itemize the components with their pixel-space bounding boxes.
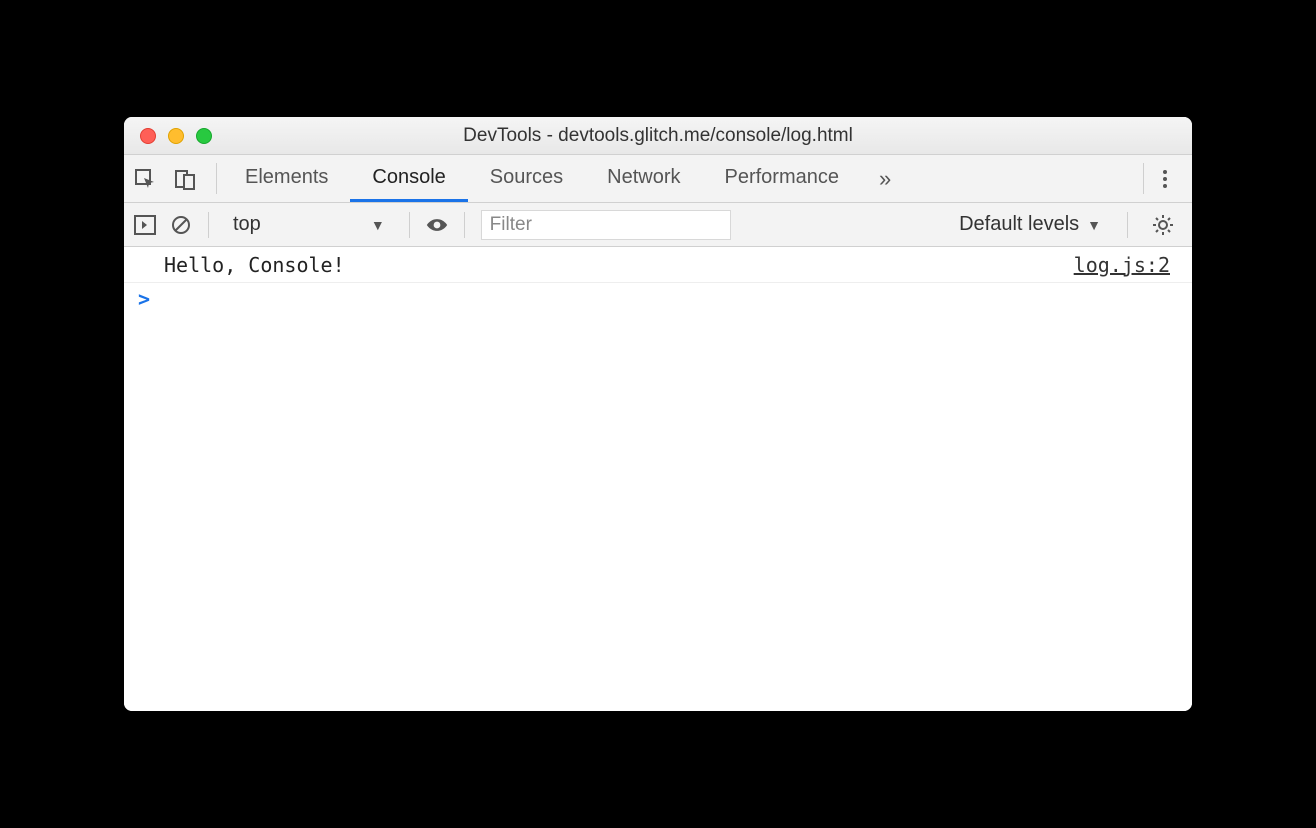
zoom-window-button[interactable] (196, 128, 212, 144)
clear-console-icon[interactable] (170, 214, 192, 236)
divider (464, 212, 465, 238)
chevron-double-right-icon: » (879, 166, 891, 192)
panel-tabstrip: Elements Console Sources Network Perform… (124, 155, 1192, 203)
live-expression-icon[interactable] (426, 214, 448, 236)
tab-network[interactable]: Network (585, 155, 702, 202)
kebab-menu-button[interactable] (1148, 155, 1182, 202)
divider (208, 212, 209, 238)
devtools-window: DevTools - devtools.glitch.me/console/lo… (124, 117, 1192, 711)
log-source-link[interactable]: log.js:2 (1074, 253, 1178, 277)
tab-console[interactable]: Console (350, 155, 467, 202)
device-toolbar-icon[interactable] (174, 168, 196, 190)
window-title: DevTools - devtools.glitch.me/console/lo… (124, 125, 1192, 147)
console-settings-icon[interactable] (1144, 214, 1182, 236)
divider (409, 212, 410, 238)
log-message: Hello, Console! (164, 253, 345, 277)
traffic-lights (124, 128, 212, 144)
console-toolbar: top ▼ Default levels ▼ (124, 203, 1192, 247)
log-entry: Hello, Console! log.js:2 (124, 247, 1192, 283)
toggle-console-sidebar-icon[interactable] (134, 214, 156, 236)
divider (1127, 212, 1128, 238)
filter-input[interactable] (481, 210, 731, 240)
minimize-window-button[interactable] (168, 128, 184, 144)
divider (216, 163, 217, 194)
tab-sources[interactable]: Sources (468, 155, 585, 202)
console-prompt[interactable]: > (124, 283, 1192, 315)
prompt-chevron-icon: > (138, 287, 150, 311)
chevron-down-icon: ▼ (1087, 217, 1101, 233)
context-label: top (233, 213, 261, 236)
chevron-down-icon: ▼ (371, 217, 385, 233)
titlebar: DevTools - devtools.glitch.me/console/lo… (124, 117, 1192, 155)
close-window-button[interactable] (140, 128, 156, 144)
console-output: Hello, Console! log.js:2 > (124, 247, 1192, 711)
log-levels-selector[interactable]: Default levels ▼ (959, 213, 1111, 236)
panel-tabs: Elements Console Sources Network Perform… (223, 155, 861, 202)
kebab-icon (1162, 168, 1168, 190)
levels-label: Default levels (959, 213, 1079, 236)
tab-performance[interactable]: Performance (703, 155, 862, 202)
tabs-overflow-button[interactable]: » (861, 155, 909, 202)
execution-context-selector[interactable]: top ▼ (225, 213, 393, 236)
divider (1143, 163, 1144, 194)
tab-elements[interactable]: Elements (223, 155, 350, 202)
inspect-element-icon[interactable] (134, 168, 156, 190)
